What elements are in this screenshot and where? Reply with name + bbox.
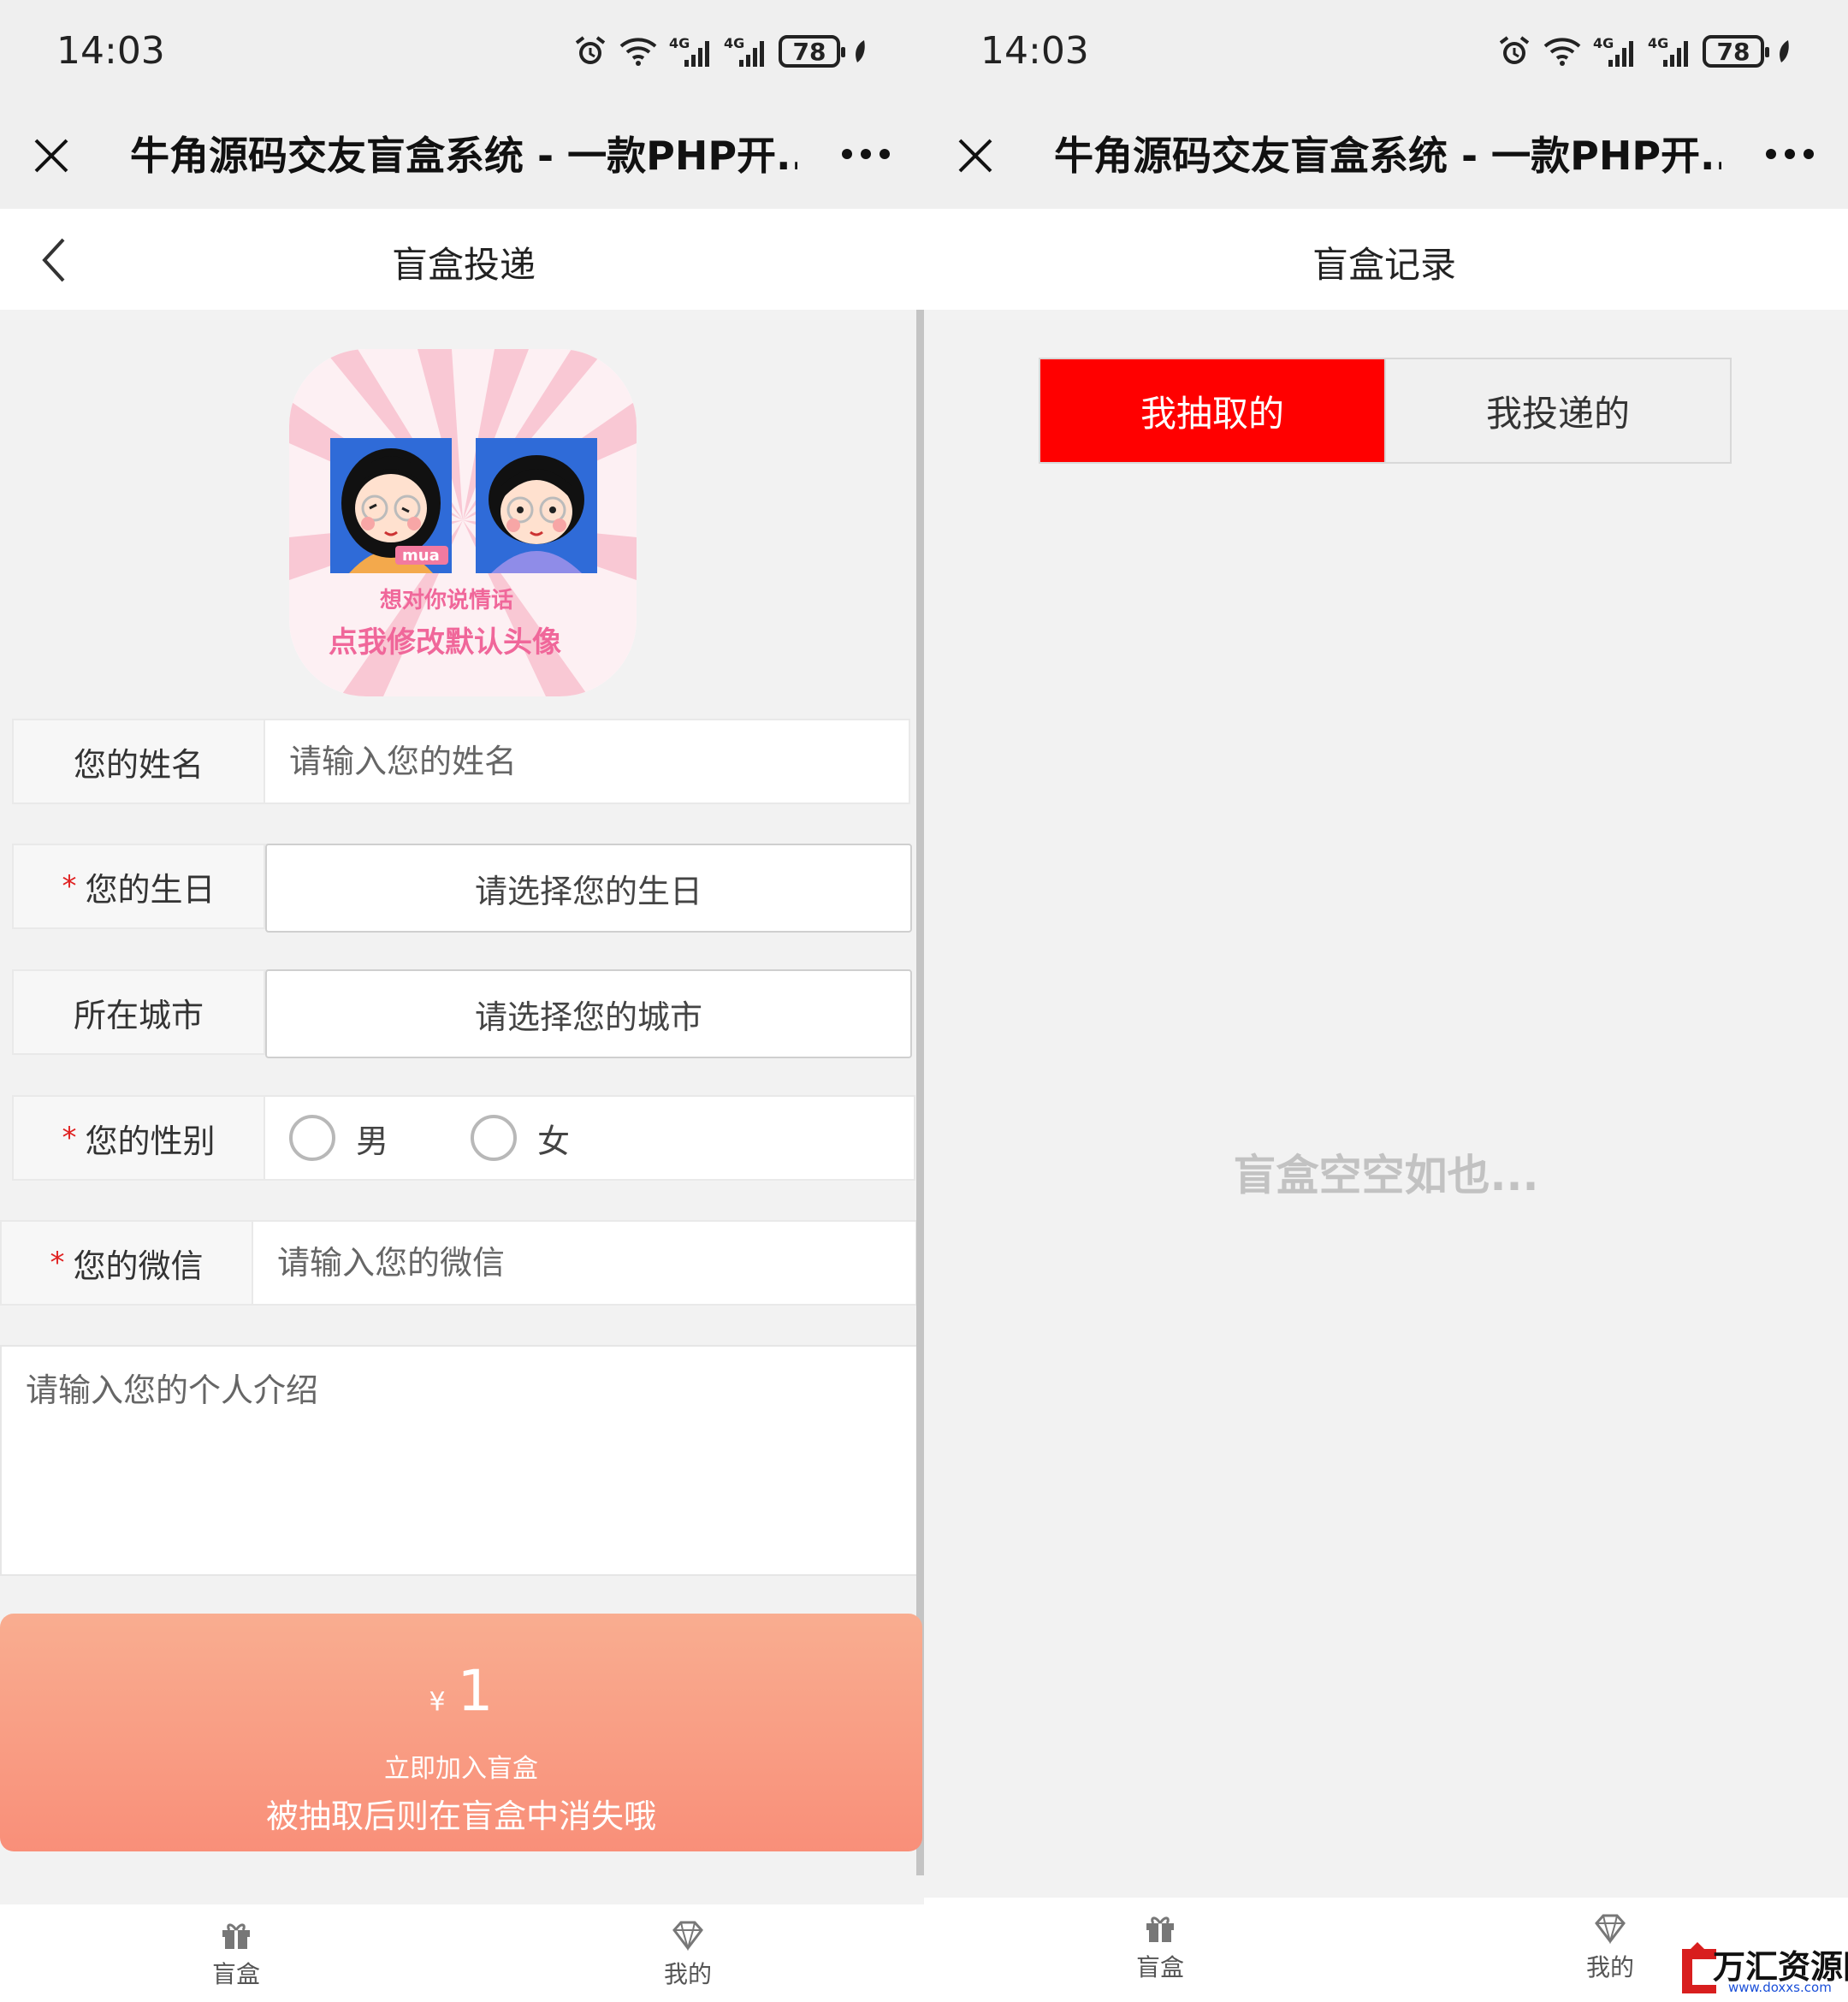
birthday-label: * 您的生日 — [14, 845, 265, 927]
more-icon[interactable] — [842, 149, 890, 159]
wechat-title-bar: 牛角源码交友盲盒系统 - 一款PHP开... — [924, 103, 1848, 209]
tab-mine-label: 我的 — [1585, 1953, 1634, 1981]
tab-mine[interactable]: 我的 — [602, 1904, 773, 2002]
city-label: 所在城市 — [14, 971, 265, 1053]
gift-icon — [1146, 1916, 1174, 1942]
intro-box — [0, 1345, 919, 1576]
wechat-page-title: 牛角源码交友盲盒系统 - 一款PHP开... — [130, 133, 797, 179]
tab-drawn-by-me[interactable]: 我抽取的 — [1040, 359, 1384, 462]
avatar-line1: 想对你说情话 — [380, 588, 513, 613]
more-icon[interactable] — [1766, 149, 1814, 159]
close-icon[interactable] — [948, 128, 1003, 183]
status-icons: 4G 4G 78 — [1497, 31, 1792, 72]
wechat-label: * 您的微信 — [2, 1222, 253, 1304]
tab-blindbox[interactable]: 盲盒 — [151, 1904, 322, 2002]
tab-mine-label: 我的 — [663, 1960, 712, 1988]
screen-blindbox-submit: 14:03 4G 4G 78 牛角源码交友盲盒系统 - 一款PHP开... 盲盒… — [0, 0, 924, 2002]
avatar-upload[interactable]: mua 想对你说情话 点我修改默认头像 — [289, 349, 637, 696]
tab-submitted-by-me[interactable]: 我投递的 — [1384, 359, 1730, 462]
gender-female-option[interactable]: 女 — [471, 1115, 570, 1162]
gender-radio-group: 男 女 — [289, 1097, 652, 1179]
status-bar: 14:03 4G 4G 78 — [0, 0, 924, 103]
back-arrow-icon[interactable] — [38, 234, 75, 286]
join-label: 立即加入盲盒 — [384, 1754, 538, 1784]
watermark-logo: 万汇资源网 www.doxxs.com — [1679, 1937, 1848, 1999]
tab-blindbox-label: 盲盒 — [1135, 1953, 1184, 1981]
signal-4g-icon: 4G — [724, 35, 764, 67]
leaf-icon — [1780, 40, 1789, 62]
radio-male[interactable] — [289, 1115, 335, 1161]
gift-icon — [222, 1923, 250, 1949]
price-currency: ¥ — [429, 1687, 446, 1717]
wechat-input-wrap — [253, 1222, 917, 1304]
page-title: 盲盒记录 — [1312, 244, 1457, 286]
status-time: 14:03 — [56, 29, 165, 73]
birthday-picker[interactable]: 请选择您的生日 — [265, 844, 912, 933]
svg-text:4G: 4G — [1648, 35, 1668, 51]
watermark-url: www.doxxs.com — [1728, 1980, 1832, 1995]
price-amount: 1 — [457, 1658, 494, 1724]
svg-text:4G: 4G — [1593, 35, 1614, 51]
bottom-tab-bar: 盲盒 我的 — [0, 1904, 924, 2002]
wechat-row: * 您的微信 — [0, 1220, 917, 1306]
city-row: 所在城市 请选择您的城市 — [12, 969, 912, 1058]
wechat-input[interactable] — [277, 1244, 917, 1282]
tab-mine[interactable]: 我的 — [1525, 1898, 1696, 1995]
avatar-illustration: mua 想对你说情话 点我修改默认头像 — [289, 349, 637, 696]
leaf-icon — [856, 40, 865, 62]
name-row: 您的姓名 — [12, 719, 910, 804]
signal-4g-icon: 4G — [1648, 35, 1688, 67]
gender-label: * 您的性别 — [14, 1097, 265, 1179]
status-icons: 4G 4G 78 — [573, 31, 868, 72]
birthday-row: * 您的生日 请选择您的生日 — [12, 844, 912, 933]
alarm-icon — [1499, 36, 1530, 64]
gender-row: * 您的性别 男 女 — [12, 1095, 915, 1181]
intro-textarea[interactable] — [2, 1347, 917, 1574]
battery-icon: 78 — [1703, 35, 1769, 68]
name-input[interactable] — [289, 743, 910, 780]
page-nav-bar: 盲盒记录 — [924, 209, 1848, 310]
avatar-tag: mua — [402, 547, 440, 565]
name-label: 您的姓名 — [14, 720, 265, 803]
empty-state-text: 盲盒空空如也... — [1233, 1151, 1539, 1200]
close-icon[interactable] — [24, 128, 79, 183]
signal-4g-icon: 4G — [1593, 35, 1633, 67]
radio-female[interactable] — [471, 1115, 518, 1161]
page-title: 盲盒投递 — [392, 244, 536, 286]
svg-text:4G: 4G — [669, 35, 690, 51]
tab-blindbox-label: 盲盒 — [211, 1960, 260, 1988]
battery-icon: 78 — [779, 35, 845, 68]
avatar-line2: 点我修改默认头像 — [329, 625, 561, 660]
join-blindbox-button[interactable]: ¥ 1 立即加入盲盒 被抽取后则在盲盒中消失哦 — [0, 1614, 922, 1851]
wechat-page-title: 牛角源码交友盲盒系统 - 一款PHP开... — [1054, 133, 1721, 179]
wechat-title-bar: 牛角源码交友盲盒系统 - 一款PHP开... — [0, 103, 924, 209]
join-sub-label: 被抽取后则在盲盒中消失哦 — [265, 1798, 656, 1835]
page-nav-bar: 盲盒投递 — [0, 209, 924, 310]
battery-level: 78 — [792, 37, 826, 66]
alarm-icon — [575, 36, 606, 64]
wifi-icon — [619, 38, 657, 66]
tab-blindbox[interactable]: 盲盒 — [1075, 1898, 1246, 1995]
signal-4g-icon: 4G — [669, 35, 709, 67]
city-picker[interactable]: 请选择您的城市 — [265, 969, 912, 1058]
name-input-wrap — [265, 720, 910, 803]
status-bar: 14:03 4G 4G 78 — [924, 0, 1848, 103]
records-tab-switch: 我抽取的 我投递的 — [1039, 358, 1732, 464]
status-time: 14:03 — [980, 29, 1089, 73]
wifi-icon — [1543, 38, 1581, 66]
diamond-icon — [1595, 1914, 1626, 1944]
diamond-icon — [672, 1921, 703, 1951]
screen-blindbox-records: 14:03 4G 4G 78 牛角源码交友盲盒系统 - 一款PHP开... 盲盒… — [924, 0, 1848, 2002]
battery-level: 78 — [1716, 37, 1750, 66]
price: ¥ 1 — [0, 1658, 922, 1724]
gender-male-option[interactable]: 男 — [289, 1115, 388, 1162]
svg-text:4G: 4G — [724, 35, 744, 51]
